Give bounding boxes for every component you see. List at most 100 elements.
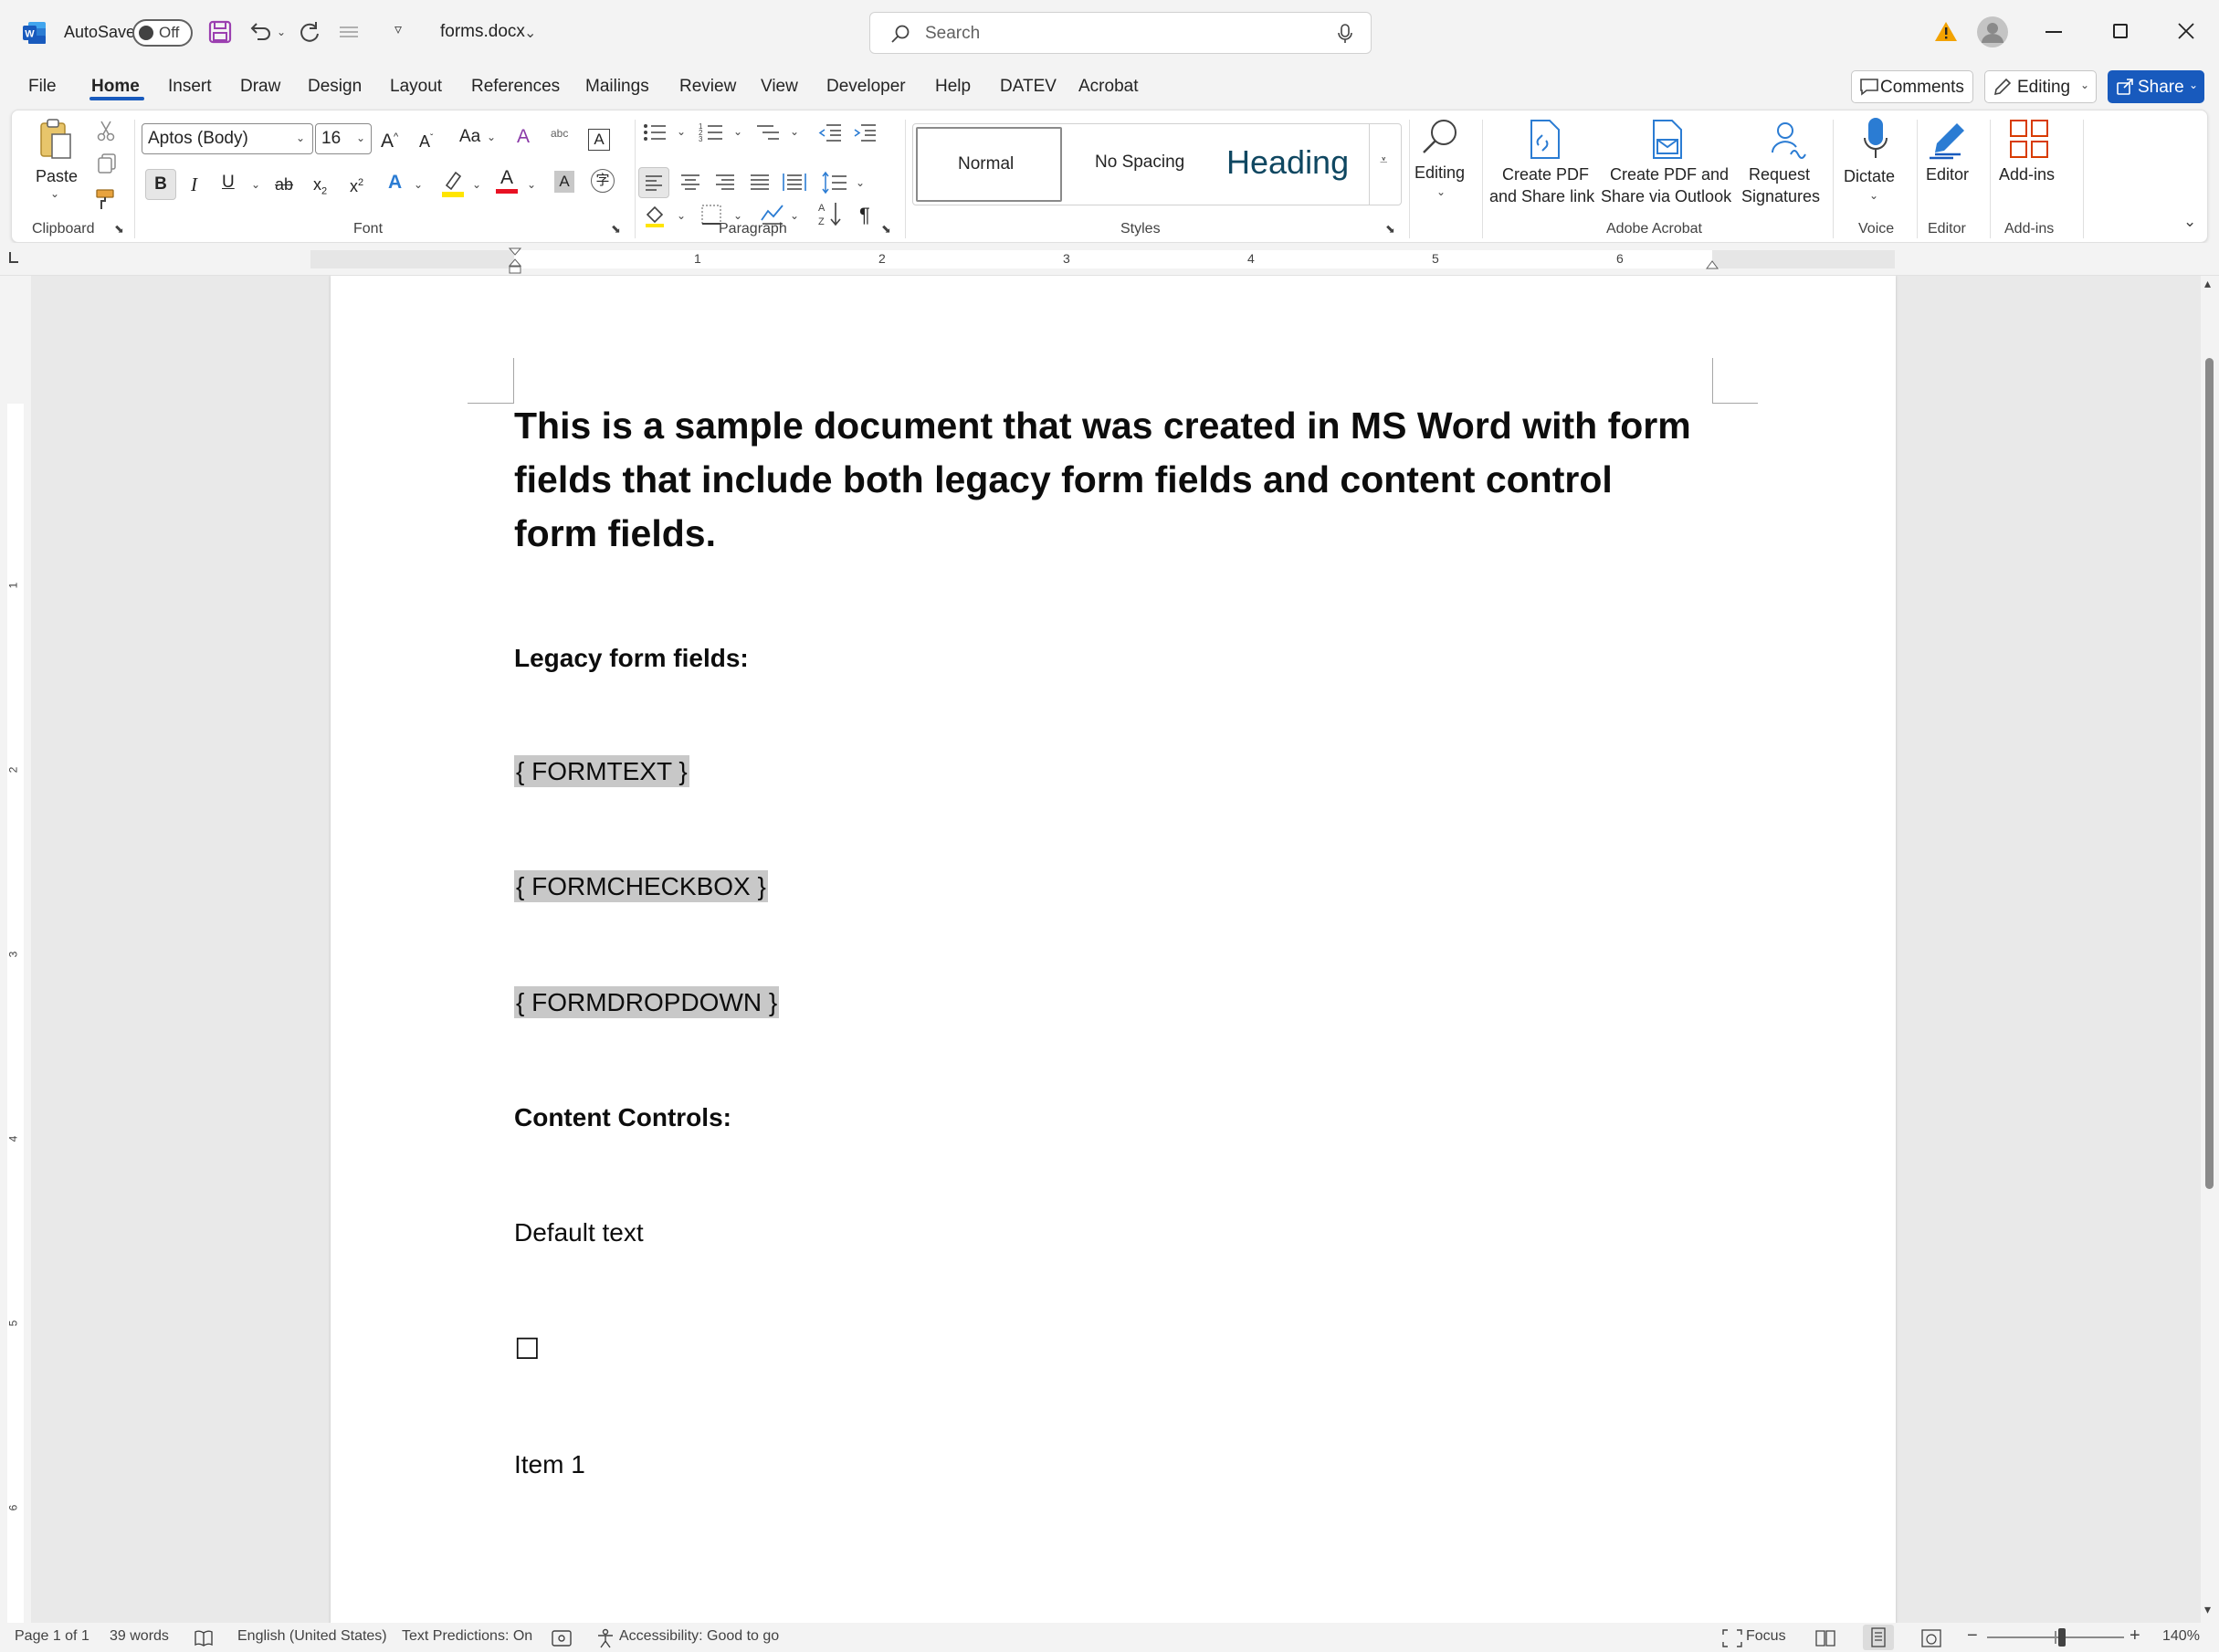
legacy-formtext-field[interactable]: { FORMTEXT } xyxy=(514,755,689,787)
change-case-chevron-down-icon[interactable]: ⌄ xyxy=(487,131,496,143)
font-launcher-icon[interactable]: ⬊ xyxy=(611,222,621,237)
page-count[interactable]: Page 1 of 1 xyxy=(15,1628,89,1645)
superscript-icon[interactable]: x2 xyxy=(350,169,363,200)
italic-icon[interactable]: I xyxy=(191,171,197,198)
shading-chevron-down-icon[interactable]: ⌄ xyxy=(677,209,686,222)
content-controls-heading[interactable]: Content Controls: xyxy=(514,1103,731,1132)
close-icon[interactable] xyxy=(2177,22,2195,40)
add-ins-icon[interactable] xyxy=(2008,118,2050,160)
formcheckbox-field-code[interactable]: { FORMCHECKBOX } xyxy=(514,870,768,902)
editing-search-icon[interactable] xyxy=(1416,116,1460,160)
focus-label[interactable]: Focus xyxy=(1746,1628,1786,1645)
autosave-toggle[interactable]: Off xyxy=(132,19,193,47)
scroll-up-icon[interactable]: ▴ xyxy=(2204,276,2211,291)
text-effects-chevron-down-icon[interactable]: ⌄ xyxy=(414,178,423,191)
web-layout-icon[interactable] xyxy=(1921,1629,1941,1647)
align-left-button[interactable] xyxy=(638,167,669,198)
clipboard-launcher-icon[interactable]: ⬊ xyxy=(114,222,124,237)
tab-file[interactable]: File xyxy=(28,77,57,97)
line-spacing-chevron-down-icon[interactable]: ⌄ xyxy=(856,176,865,189)
sort-asian-chevron-down-icon[interactable]: ⌄ xyxy=(790,209,799,222)
editing-label[interactable]: Editing xyxy=(1414,162,1465,184)
tab-home[interactable]: Home xyxy=(91,77,140,97)
underline-chevron-down-icon[interactable]: ⌄ xyxy=(251,178,260,191)
document-canvas[interactable]: This is a sample document that was creat… xyxy=(31,276,2201,1623)
document-title[interactable]: This is a sample document that was creat… xyxy=(514,399,1701,561)
filename-chevron-down-icon[interactable]: ⌄ xyxy=(524,24,536,42)
tab-help[interactable]: Help xyxy=(935,77,971,97)
distributed-icon[interactable] xyxy=(781,169,808,196)
dictate-label[interactable]: Dictate xyxy=(1844,165,1895,187)
format-painter-icon[interactable] xyxy=(94,187,118,211)
text-effects-abc-icon[interactable]: abc xyxy=(551,120,568,147)
document-filename[interactable]: forms.docx xyxy=(440,22,525,42)
numbering-chevron-down-icon[interactable]: ⌄ xyxy=(733,125,742,138)
align-center-icon[interactable] xyxy=(677,169,704,196)
grow-font-icon[interactable]: A^ xyxy=(381,123,398,155)
editing-group-chevron-down-icon[interactable]: ⌄ xyxy=(1436,185,1446,198)
character-shading-icon[interactable]: A xyxy=(554,171,574,193)
legacy-formcheckbox-field[interactable]: { FORMCHECKBOX } xyxy=(514,870,768,902)
line-spacing-icon[interactable] xyxy=(821,169,848,196)
bold-button[interactable]: B xyxy=(145,169,176,200)
zoom-slider-thumb[interactable] xyxy=(2058,1628,2066,1647)
justify-icon[interactable] xyxy=(746,169,773,196)
create-pdf-share-link-line1[interactable]: Create PDF xyxy=(1502,163,1589,185)
paste-label[interactable]: Paste xyxy=(36,165,78,187)
tab-review[interactable]: Review xyxy=(679,77,736,97)
comments-button[interactable]: Comments xyxy=(1851,70,1973,103)
word-count[interactable]: 39 words xyxy=(110,1628,169,1645)
paste-chevron-down-icon[interactable]: ⌄ xyxy=(50,187,59,200)
copy-icon[interactable] xyxy=(96,153,118,174)
styles-more-button[interactable]: ⩡ xyxy=(1369,123,1402,205)
tab-design[interactable]: Design xyxy=(308,77,362,97)
style-heading[interactable]: Heading xyxy=(1215,127,1369,202)
shrink-font-icon[interactable]: Aˇ xyxy=(419,125,433,155)
tab-acrobat[interactable]: Acrobat xyxy=(1078,77,1138,97)
request-signatures-line1[interactable]: Request xyxy=(1749,163,1810,185)
formdropdown-field-code[interactable]: { FORMDROPDOWN } xyxy=(514,986,780,1018)
strikethrough-icon[interactable]: ab xyxy=(275,171,293,198)
redo-icon[interactable] xyxy=(298,20,321,44)
scroll-down-icon[interactable]: ▾ xyxy=(2204,1602,2211,1617)
font-color-icon[interactable]: A xyxy=(496,167,518,194)
warning-icon[interactable] xyxy=(1934,20,1958,42)
formtext-field-code[interactable]: { FORMTEXT } xyxy=(514,755,689,787)
quick-access-customize-icon[interactable]: ▿ xyxy=(394,20,402,38)
tab-insert[interactable]: Insert xyxy=(168,77,212,97)
accessibility-icon[interactable] xyxy=(595,1628,615,1648)
numbering-icon[interactable]: 123 xyxy=(699,121,724,143)
change-case-icon[interactable]: Aa xyxy=(459,123,480,151)
underline-icon[interactable]: U xyxy=(222,169,235,196)
tab-developer[interactable]: Developer xyxy=(826,77,906,97)
create-pdf-outlook-line1[interactable]: Create PDF and xyxy=(1610,163,1729,185)
create-pdf-share-link-line2[interactable]: and Share link xyxy=(1489,185,1594,207)
horizontal-ruler[interactable]: 1 2 3 4 5 6 xyxy=(0,243,2219,276)
focus-icon[interactable] xyxy=(1722,1629,1742,1647)
create-pdf-outlook-icon[interactable] xyxy=(1646,118,1687,162)
save-icon[interactable] xyxy=(208,20,232,44)
vertical-scrollbar[interactable]: ▴ ▾ xyxy=(2201,276,2219,1623)
content-control-checkbox[interactable]: ☐ xyxy=(514,1331,541,1366)
cut-icon[interactable] xyxy=(96,120,116,142)
shading-icon[interactable] xyxy=(642,202,668,227)
tab-mailings[interactable]: Mailings xyxy=(585,77,649,97)
editor-pen-icon[interactable] xyxy=(1926,116,1970,162)
scrollbar-thumb[interactable] xyxy=(2205,358,2214,1189)
right-indent-marker[interactable] xyxy=(1705,258,1719,270)
increase-indent-icon[interactable] xyxy=(852,121,878,143)
tab-layout[interactable]: Layout xyxy=(390,77,442,97)
paragraph-launcher-icon[interactable]: ⬊ xyxy=(881,222,891,237)
content-control-dropdown[interactable]: Item 1 xyxy=(514,1450,585,1479)
font-color-chevron-down-icon[interactable]: ⌄ xyxy=(527,178,536,191)
legacy-formdropdown-field[interactable]: { FORMDROPDOWN } xyxy=(514,986,780,1018)
bullets-icon[interactable] xyxy=(642,121,668,143)
content-control-text[interactable]: Default text xyxy=(514,1218,644,1247)
proofing-book-icon[interactable] xyxy=(194,1629,214,1647)
vertical-ruler[interactable]: 1 2 3 4 5 6 xyxy=(0,276,31,1623)
subscript-icon[interactable]: x2 xyxy=(313,171,327,205)
highlight-chevron-down-icon[interactable]: ⌄ xyxy=(472,178,481,191)
decrease-indent-icon[interactable] xyxy=(817,121,843,143)
dictate-chevron-down-icon[interactable]: ⌄ xyxy=(1869,189,1878,202)
read-mode-icon[interactable] xyxy=(1815,1629,1835,1647)
